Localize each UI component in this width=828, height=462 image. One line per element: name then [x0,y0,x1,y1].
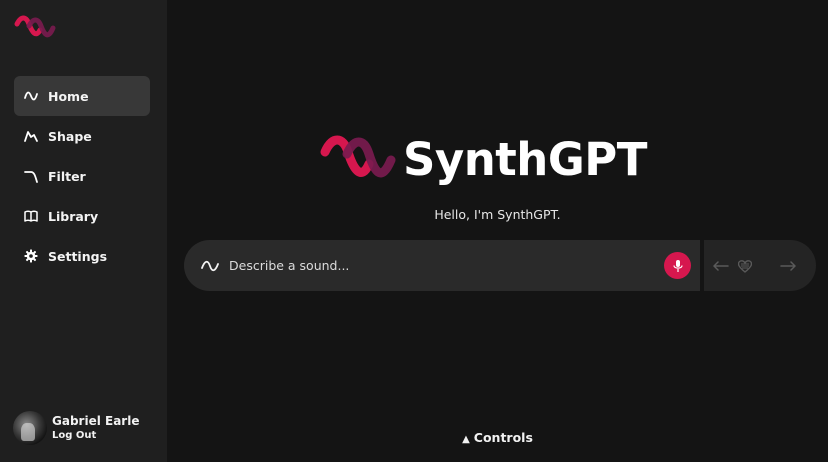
back-arrow-button[interactable] [712,257,730,275]
main-content: SynthGPT Hello, I'm SynthGPT. Describe a… [167,0,828,462]
book-icon [24,209,38,223]
gear-icon [24,249,38,263]
heart-icon [738,259,752,273]
sidebar-item-label: Shape [48,128,92,144]
wave-icon [201,260,219,271]
arrow-left-icon [713,261,729,271]
wave-icon [24,89,38,103]
arrow-right-icon [780,261,796,271]
filter-curve-icon [24,169,38,183]
microphone-button[interactable] [664,252,691,279]
microphone-icon [672,259,683,272]
avatar[interactable] [13,411,47,445]
logout-link[interactable]: Log Out [52,429,139,443]
sidebar-item-label: Filter [48,168,86,184]
sidebar-item-library[interactable]: Library [14,196,150,236]
brand-name: SynthGPT [403,132,647,186]
prompt-actions [704,240,816,291]
sidebar-item-label: Settings [48,248,108,264]
sidebar-item-home[interactable]: Home [14,76,150,116]
prompt-bar [184,240,700,291]
controls-toggle[interactable]: ▲ Controls [167,430,828,445]
controls-label: Controls [473,430,533,445]
user-name: Gabriel Earle [52,413,140,428]
sidebar-item-settings[interactable]: Settings [14,236,150,276]
brand-header: SynthGPT [319,130,647,188]
sidebar-item-label: Home [48,88,89,104]
synth-wave-logo[interactable] [13,14,57,44]
sidebar-item-filter[interactable]: Filter [14,156,150,196]
greeting-text: Hello, I'm SynthGPT. [434,207,561,222]
sidebar-nav: Home Shape Filter Library Settings [14,76,150,276]
favorite-button[interactable] [736,257,754,275]
sidebar: Home Shape Filter Library Settings Gabri… [0,0,167,462]
prompt-input[interactable] [229,258,649,273]
forward-arrow-button[interactable] [779,257,797,275]
user-profile: Gabriel Earle Log Out [13,411,139,445]
envelope-shape-icon [24,129,38,143]
sidebar-item-label: Library [48,208,99,224]
chevron-up-icon: ▲ [462,434,470,445]
synth-wave-logo [320,135,396,178]
sidebar-item-shape[interactable]: Shape [14,116,150,156]
